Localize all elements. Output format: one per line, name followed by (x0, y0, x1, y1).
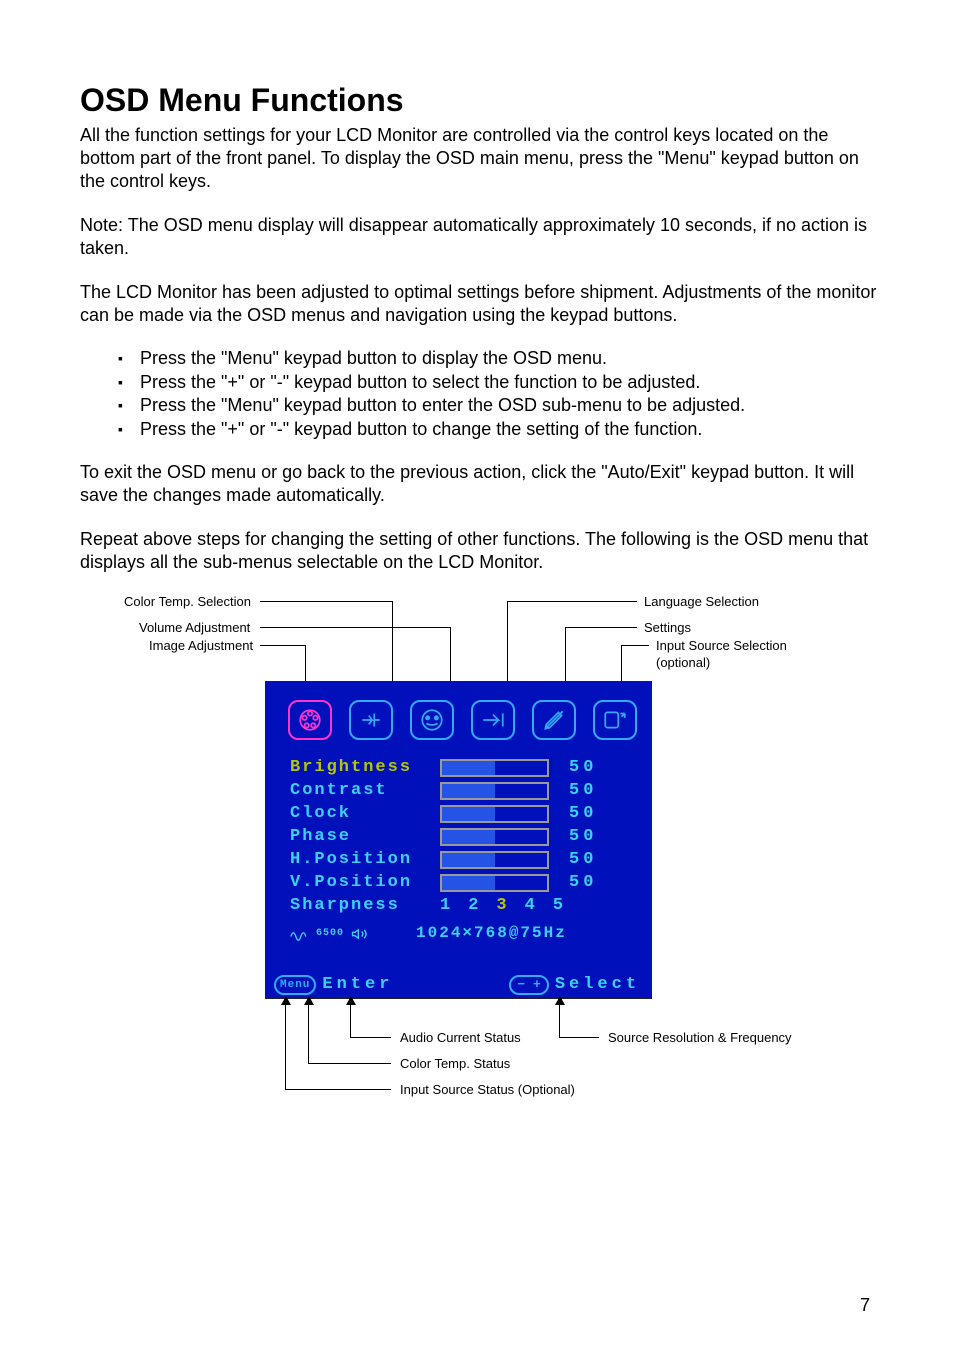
setting-label: V.Position (290, 872, 440, 894)
setting-label: Sharpness (290, 895, 440, 917)
setting-value: 50 (569, 872, 597, 894)
slider-icon (440, 874, 549, 892)
enter-label: Enter (322, 974, 393, 996)
list-item: Press the "+" or "-" keypad button to se… (140, 371, 884, 394)
setting-label: Contrast (290, 780, 440, 802)
input-source-status-icon (290, 927, 310, 941)
list-item: Press the "Menu" keypad button to displa… (140, 347, 884, 370)
tab-settings-icon[interactable] (532, 700, 576, 740)
setting-value: 50 (569, 757, 597, 779)
color-temp-status: 6500 (316, 927, 344, 940)
osd-diagram: Color Temp. Selection Volume Adjustment … (100, 594, 870, 1134)
list-item: Press the "Menu" keypad button to enter … (140, 394, 884, 417)
osd-settings-list: Brightness 50 Contrast 50 Clock 50 Phase… (266, 752, 651, 917)
osd-panel: Brightness 50 Contrast 50 Clock 50 Phase… (265, 681, 652, 999)
plus-minus-key-icon[interactable]: − + (509, 975, 548, 995)
setting-value: 50 (569, 780, 597, 802)
page-number: 7 (80, 1294, 884, 1317)
callout-image: Image Adjustment (149, 638, 253, 655)
slider-icon (440, 759, 549, 777)
setting-sharpness[interactable]: Sharpness 1 2 3 4 5 (290, 894, 627, 917)
slider-icon (440, 851, 549, 869)
callout-volume: Volume Adjustment (139, 620, 250, 637)
slider-icon (440, 828, 549, 846)
osd-status-row: 6500 1024×768@75Hz (266, 917, 651, 944)
setting-label: H.Position (290, 849, 440, 871)
setting-clock[interactable]: Clock 50 (290, 802, 627, 825)
sharp-3: 3 (496, 895, 508, 917)
tab-image-icon[interactable] (288, 700, 332, 740)
paragraph-repeat: Repeat above steps for changing the sett… (80, 528, 884, 575)
slider-icon (440, 782, 549, 800)
callout-res-freq: Source Resolution & Frequency (608, 1030, 792, 1047)
tab-volume-icon[interactable] (410, 700, 454, 740)
menu-key-icon[interactable]: Menu (274, 975, 316, 995)
osd-footer: Menu Enter − + Select (266, 944, 651, 996)
paragraph-3: The LCD Monitor has been adjusted to opt… (80, 281, 884, 328)
callout-color-temp: Color Temp. Selection (124, 594, 251, 611)
setting-value: 50 (569, 803, 597, 825)
paragraph-1: All the function settings for your LCD M… (80, 124, 884, 194)
setting-value: 50 (569, 849, 597, 871)
callout-audio-status: Audio Current Status (400, 1030, 521, 1047)
paragraph-exit: To exit the OSD menu or go back to the p… (80, 461, 884, 508)
sharp-4: 4 (525, 895, 537, 917)
setting-label: Clock (290, 803, 440, 825)
sharp-1: 1 (440, 895, 452, 917)
callout-language: Language Selection (644, 594, 759, 611)
setting-label: Brightness (290, 757, 440, 779)
tab-input-source-icon[interactable] (593, 700, 637, 740)
slider-icon (440, 805, 549, 823)
osd-tabrow (266, 682, 651, 752)
callout-settings: Settings (644, 620, 691, 637)
sharp-2: 2 (468, 895, 480, 917)
callout-input-src: Input Source Selection (optional) (656, 638, 816, 672)
setting-vposition[interactable]: V.Position 50 (290, 871, 627, 894)
setting-label: Phase (290, 826, 440, 848)
audio-status-icon (350, 927, 370, 941)
resolution-value: 1024×768@75Hz (416, 923, 567, 944)
setting-brightness[interactable]: Brightness 50 (290, 756, 627, 779)
list-item: Press the "+" or "-" keypad button to ch… (140, 418, 884, 441)
paragraph-note: Note: The OSD menu display will disappea… (80, 214, 884, 261)
setting-value: 50 (569, 826, 597, 848)
callout-input-status: Input Source Status (Optional) (400, 1082, 575, 1099)
setting-contrast[interactable]: Contrast 50 (290, 779, 627, 802)
tab-color-temp-icon[interactable] (349, 700, 393, 740)
page-title: OSD Menu Functions (80, 80, 884, 122)
setting-hposition[interactable]: H.Position 50 (290, 848, 627, 871)
setting-phase[interactable]: Phase 50 (290, 825, 627, 848)
select-label: Select (555, 974, 640, 996)
callout-color-temp-status: Color Temp. Status (400, 1056, 510, 1073)
tab-language-icon[interactable] (471, 700, 515, 740)
sharpness-options: 1 2 3 4 5 (440, 895, 565, 917)
sharp-5: 5 (553, 895, 565, 917)
instruction-list: Press the "Menu" keypad button to displa… (80, 347, 884, 441)
